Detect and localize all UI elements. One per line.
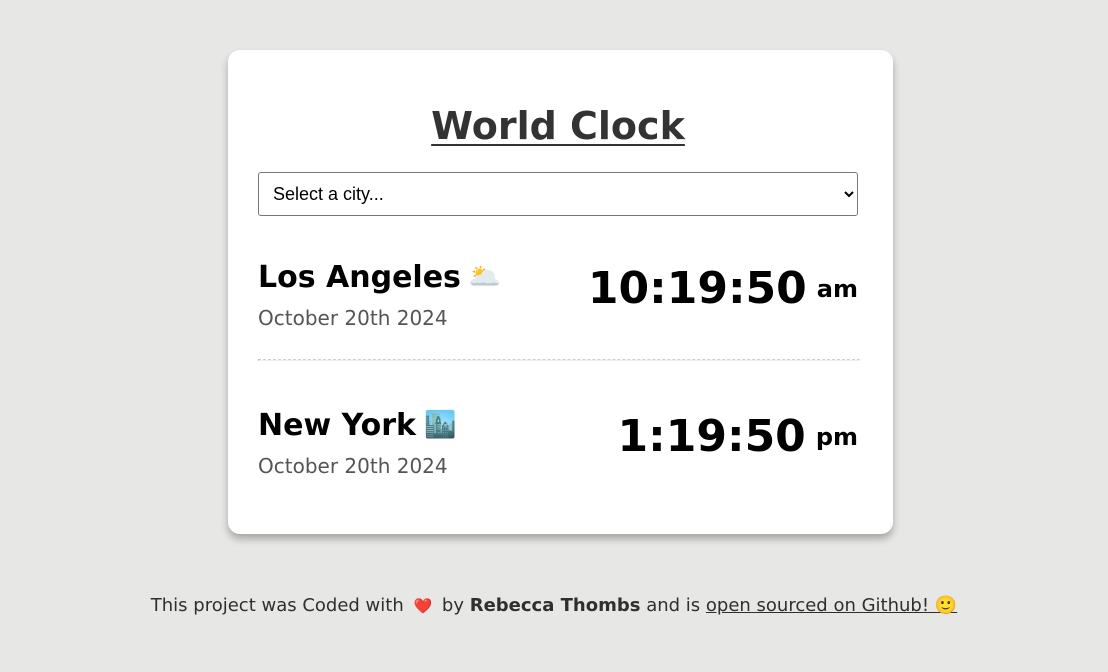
footer-by: by — [441, 595, 464, 616]
footer-author: Rebecca Thombs — [469, 595, 641, 616]
city-time-value: 10:19:50 — [587, 263, 807, 314]
world-clock-card: World Clock Select a city... Los Angeles… — [228, 50, 893, 534]
city-name-label: Los Angeles — [258, 260, 461, 295]
city-divider — [258, 359, 860, 361]
city-time-value: 1:19:50 — [617, 411, 806, 462]
footer-middle: and is — [646, 595, 701, 616]
city-time: 10:19:50 am — [588, 264, 858, 314]
city-time: 1:19:50 pm — [618, 412, 858, 462]
city-name: New York 🏙️ — [258, 407, 456, 444]
cityscape-icon: 🏙️ — [423, 410, 457, 440]
city-row-new-york: New York 🏙️ October 20th 2024 1:19:50 pm — [258, 407, 858, 507]
city-time-ampm: pm — [815, 423, 858, 451]
footer-prefix: This project was Coded with — [150, 595, 404, 616]
city-time-ampm: am — [816, 275, 858, 303]
city-row-los-angeles: Los Angeles 🌥️ October 20th 2024 10:19:50… — [258, 259, 858, 359]
city-select[interactable]: Select a city... — [258, 172, 858, 216]
sun-behind-cloud-icon: 🌥️ — [468, 262, 502, 292]
footer: This project was Coded with ❤️ by Rebecc… — [0, 594, 1108, 618]
city-date: October 20th 2024 — [258, 306, 448, 330]
city-name-label: New York — [258, 408, 416, 443]
page-title: World Clock — [431, 104, 685, 148]
city-name: Los Angeles 🌥️ — [258, 259, 501, 296]
heart-icon: ❤️ — [413, 597, 433, 615]
city-date: October 20th 2024 — [258, 454, 448, 478]
github-link[interactable]: open sourced on Github! 🙂 — [706, 595, 957, 616]
